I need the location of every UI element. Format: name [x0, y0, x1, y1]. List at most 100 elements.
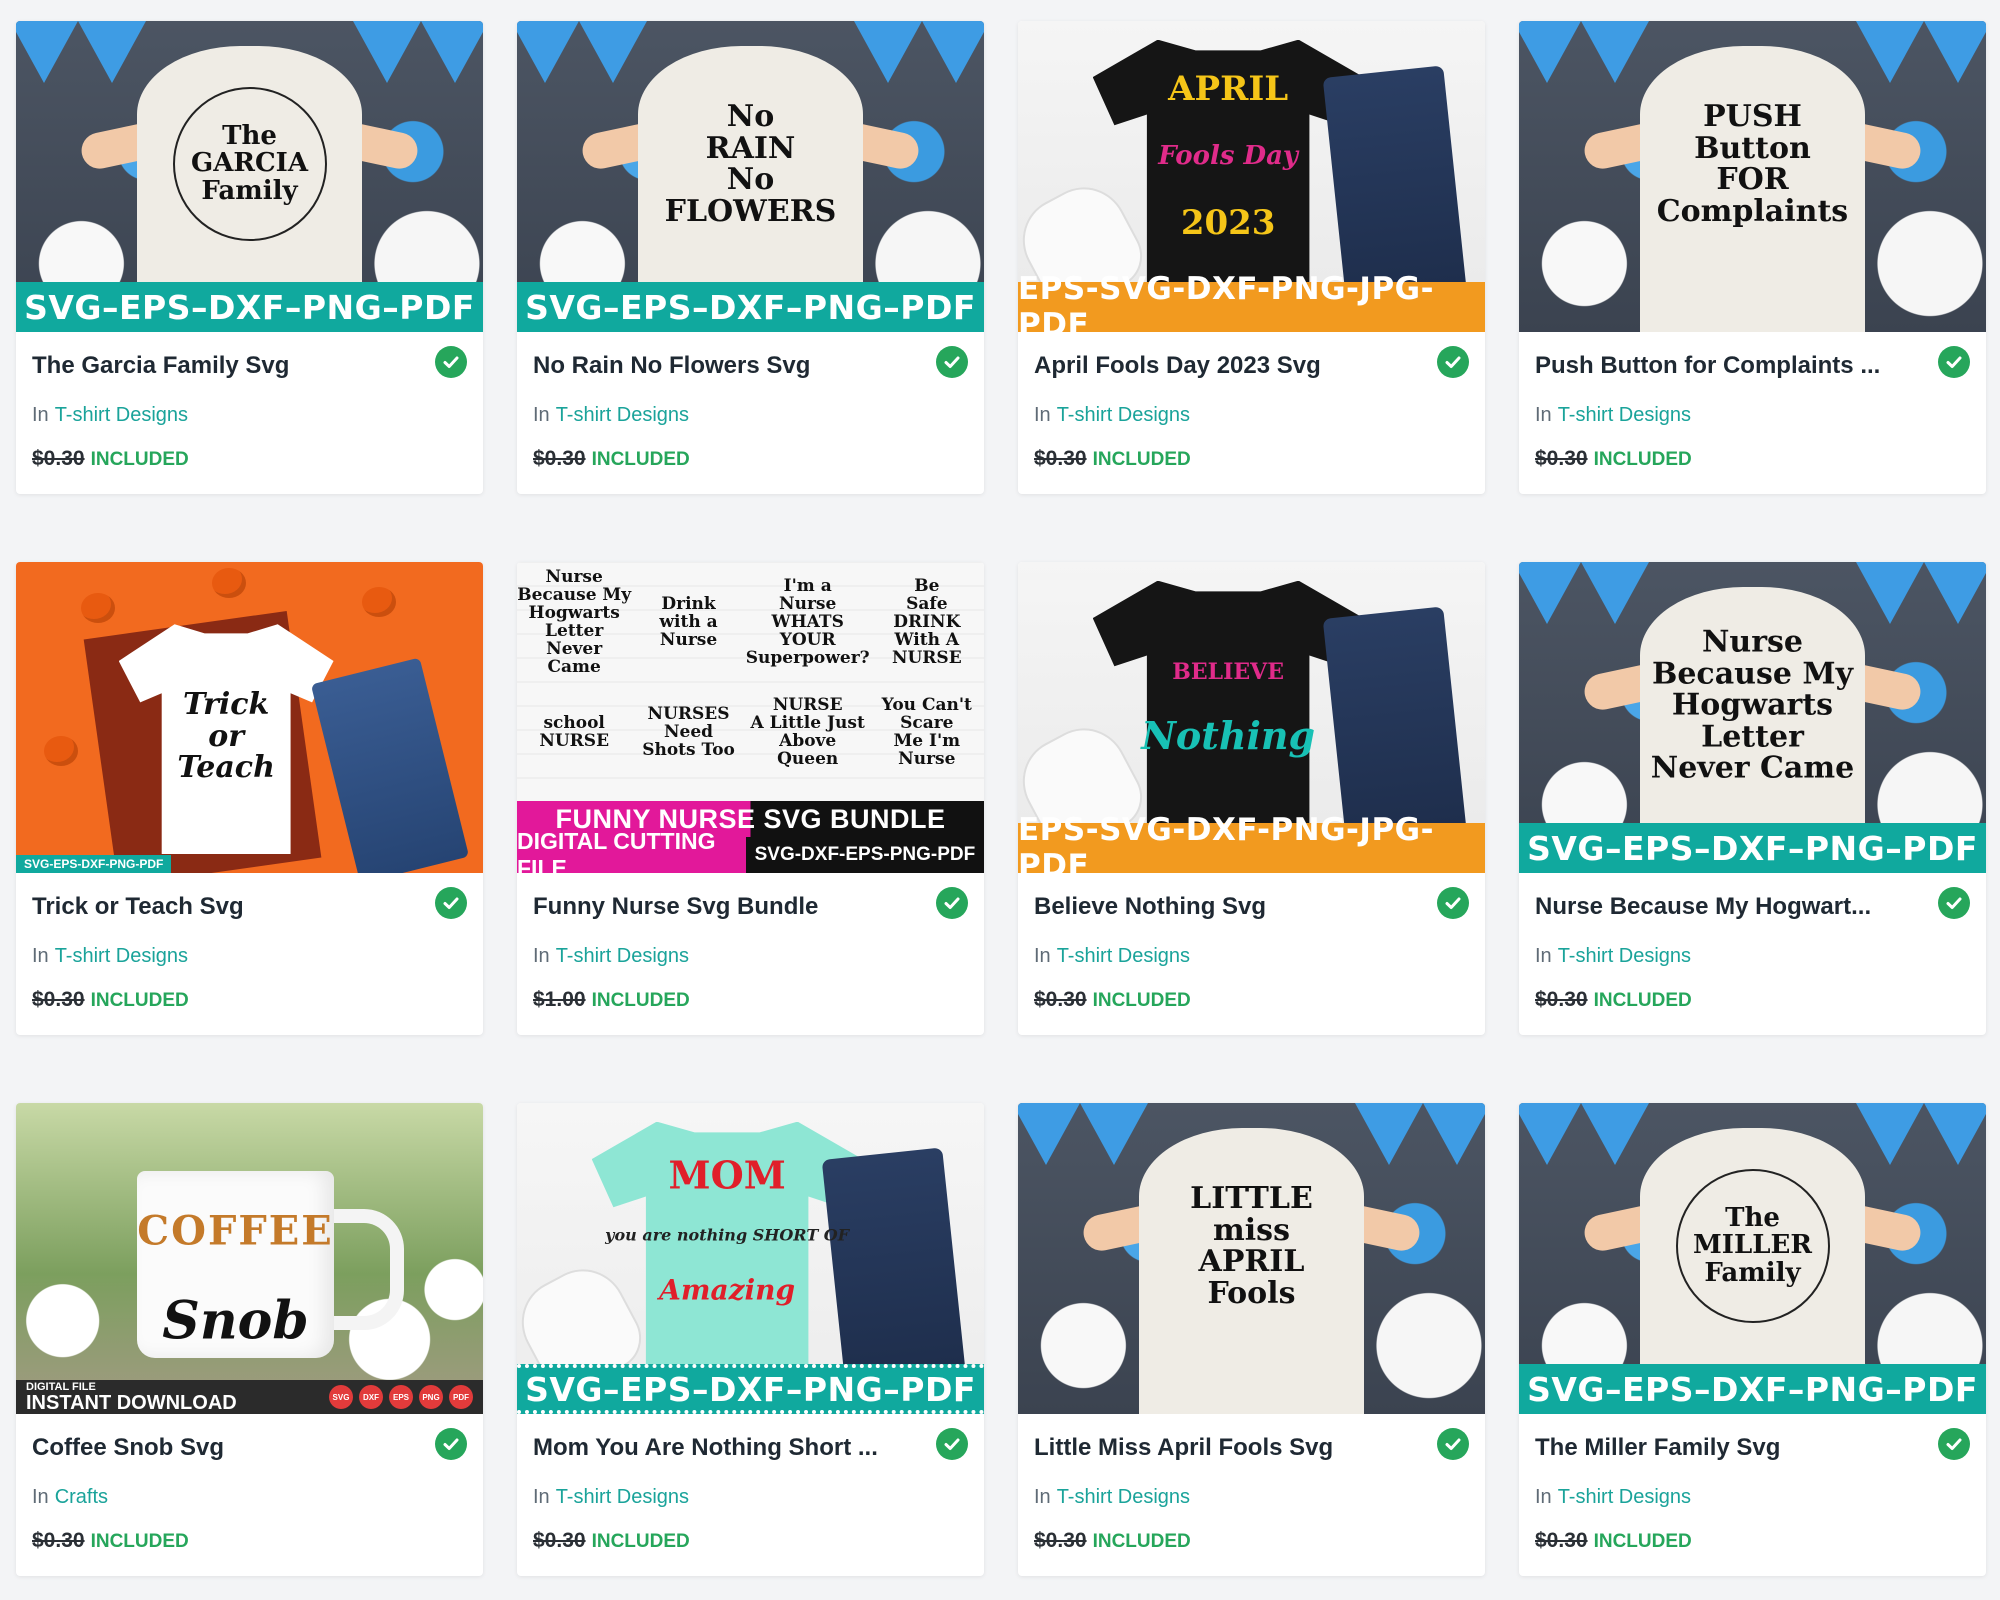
file-format-badge: DXF	[359, 1385, 383, 1409]
original-price: $0.30	[1535, 988, 1588, 1011]
product-info: The Garcia Family Svg In T-shirt Designs …	[16, 332, 483, 494]
product-title[interactable]: Funny Nurse Svg Bundle	[533, 889, 913, 925]
check-circle-icon	[1938, 1428, 1970, 1460]
category-link[interactable]: T-shirt Designs	[1057, 945, 1190, 967]
product-thumbnail[interactable]: Nurse Because My Hogwarts Letter Never C…	[517, 562, 984, 873]
original-price: $0.30	[1034, 447, 1087, 470]
product-title[interactable]: Believe Nothing Svg	[1034, 889, 1414, 925]
shirt-design-text: MOM you are nothing SHORT OF Amazing	[605, 1153, 850, 1307]
product-title[interactable]: The Garcia Family Svg	[32, 348, 412, 384]
product-card[interactable]: COFFEE Snob DIGITAL FILE INSTANT DOWNLOAD…	[16, 1103, 483, 1576]
product-info: Mom You Are Nothing Short ... In T-shirt …	[517, 1414, 984, 1576]
included-label: INCLUDED	[90, 990, 189, 1011]
product-thumbnail[interactable]: Nurse Because My Hogwarts Letter Never C…	[1519, 562, 1986, 873]
category-link[interactable]: T-shirt Designs	[556, 945, 689, 967]
product-title[interactable]: Mom You Are Nothing Short ...	[533, 1430, 913, 1466]
check-circle-icon	[936, 1428, 968, 1460]
product-card[interactable]: No RAIN No FLOWERS SVG–EPS–DXF–PNG–PDF No…	[517, 21, 984, 494]
product-card[interactable]: Nurse Because My Hogwarts Letter Never C…	[1519, 562, 1986, 1035]
product-card[interactable]: The GARCIA Family SVG–EPS–DXF–PNG–PDF The…	[16, 21, 483, 494]
shirt-design-text: LITTLE miss APRIL Fools	[1190, 1181, 1313, 1311]
bundle-design-text: You Can't Scare Me I'm Nurse	[881, 695, 972, 769]
file-formats-banner: SVG–EPS–DXF–PNG–PDF	[517, 282, 984, 332]
product-info: Believe Nothing Svg In T-shirt Designs $0…	[1018, 873, 1485, 1035]
included-label: INCLUDED	[591, 990, 690, 1011]
category-link[interactable]: T-shirt Designs	[55, 945, 188, 967]
included-label: INCLUDED	[591, 449, 690, 470]
category-link[interactable]: T-shirt Designs	[1057, 404, 1190, 426]
bundle-design-text: I'm a Nurse WHATS YOUR Superpower?	[745, 576, 870, 668]
category-link[interactable]: T-shirt Designs	[556, 404, 689, 426]
product-title[interactable]: No Rain No Flowers Svg	[533, 348, 913, 384]
check-circle-icon	[435, 1428, 467, 1460]
included-label: INCLUDED	[1593, 1531, 1692, 1552]
product-price: $0.30 INCLUDED	[533, 447, 968, 471]
product-card[interactable]: MOM you are nothing SHORT OF Amazing SVG–…	[517, 1103, 984, 1576]
product-thumbnail[interactable]: BELIEVE Nothing EPS-SVG-DXF-PNG-JPG-PDF	[1018, 562, 1485, 873]
file-format-badge: SVG	[329, 1385, 353, 1409]
product-thumbnail[interactable]: LITTLE miss APRIL Fools	[1018, 1103, 1485, 1414]
file-formats-tag: SVG-EPS-DXF-PNG-PDF	[16, 855, 172, 873]
product-card[interactable]: Nurse Because My Hogwarts Letter Never C…	[517, 562, 984, 1035]
included-label: INCLUDED	[1593, 449, 1692, 470]
check-circle-icon	[1938, 346, 1970, 378]
product-price: $0.30 INCLUDED	[32, 1529, 467, 1553]
product-info: April Fools Day 2023 Svg In T-shirt Desig…	[1018, 332, 1485, 494]
product-title[interactable]: Trick or Teach Svg	[32, 889, 412, 925]
check-circle-icon	[435, 887, 467, 919]
product-thumbnail[interactable]: MOM you are nothing SHORT OF Amazing SVG–…	[517, 1103, 984, 1414]
product-info: Nurse Because My Hogwart... In T-shirt De…	[1519, 873, 1986, 1035]
product-title[interactable]: April Fools Day 2023 Svg	[1034, 348, 1414, 384]
category-link[interactable]: T-shirt Designs	[556, 1486, 689, 1508]
shirt-design-text: The MILLER Family	[1675, 1169, 1830, 1324]
product-price: $1.00 INCLUDED	[533, 988, 968, 1012]
product-info: Trick or Teach Svg In T-shirt Designs $0.…	[16, 873, 483, 1035]
product-category: In T-shirt Designs	[533, 1486, 690, 1508]
category-link[interactable]: T-shirt Designs	[1558, 404, 1691, 426]
included-label: INCLUDED	[1092, 990, 1191, 1011]
product-card[interactable]: LITTLE miss APRIL Fools Little Miss Apri…	[1018, 1103, 1485, 1576]
shirt-design-text: The GARCIA Family	[172, 87, 327, 242]
product-thumbnail[interactable]: APRIL Fools Day 2023 EPS-SVG-DXF-PNG-JPG-…	[1018, 21, 1485, 332]
category-link[interactable]: T-shirt Designs	[1558, 1486, 1691, 1508]
included-label: INCLUDED	[1593, 990, 1692, 1011]
shirt-design-text: No RAIN No FLOWERS	[664, 99, 837, 229]
product-title[interactable]: The Miller Family Svg	[1535, 1430, 1915, 1466]
product-title[interactable]: Coffee Snob Svg	[32, 1430, 412, 1466]
product-title[interactable]: Push Button for Complaints ...	[1535, 348, 1915, 384]
file-format-badge: PDF	[449, 1385, 473, 1409]
category-link[interactable]: T-shirt Designs	[1057, 1486, 1190, 1508]
product-thumbnail[interactable]: The GARCIA Family SVG–EPS–DXF–PNG–PDF	[16, 21, 483, 332]
product-price: $0.30 INCLUDED	[32, 988, 467, 1012]
shirt-design-text: BELIEVE Nothing	[1141, 659, 1316, 758]
file-formats-banner: SVG–EPS–DXF–PNG–PDF	[16, 282, 483, 332]
product-card[interactable]: Trick or Teach SVG-EPS-DXF-PNG-PDF Trick …	[16, 562, 483, 1035]
original-price: $0.30	[1034, 988, 1087, 1011]
product-card[interactable]: BELIEVE Nothing EPS-SVG-DXF-PNG-JPG-PDF B…	[1018, 562, 1485, 1035]
original-price: $0.30	[533, 1529, 586, 1552]
product-card[interactable]: APRIL Fools Day 2023 EPS-SVG-DXF-PNG-JPG-…	[1018, 21, 1485, 494]
product-info: The Miller Family Svg In T-shirt Designs …	[1519, 1414, 1986, 1576]
product-thumbnail[interactable]: No RAIN No FLOWERS SVG–EPS–DXF–PNG–PDF	[517, 21, 984, 332]
category-link[interactable]: T-shirt Designs	[55, 404, 188, 426]
product-thumbnail[interactable]: Trick or Teach SVG-EPS-DXF-PNG-PDF	[16, 562, 483, 873]
product-category: In T-shirt Designs	[1535, 945, 1692, 967]
original-price: $0.30	[533, 447, 586, 470]
bundle-design-text: Drink with a Nurse	[659, 594, 718, 650]
bundle-design-text: NURSE A Little Just Above Queen	[750, 695, 865, 769]
product-info: No Rain No Flowers Svg In T-shirt Designs…	[517, 332, 984, 494]
category-link[interactable]: T-shirt Designs	[1558, 945, 1691, 967]
product-card[interactable]: The MILLER Family SVG–EPS–DXF–PNG–PDF The…	[1519, 1103, 1986, 1576]
file-format-badge: EPS	[389, 1385, 413, 1409]
original-price: $0.30	[1535, 447, 1588, 470]
product-thumbnail[interactable]: COFFEE Snob DIGITAL FILE INSTANT DOWNLOAD…	[16, 1103, 483, 1414]
product-category: In T-shirt Designs	[1535, 404, 1692, 426]
product-title[interactable]: Nurse Because My Hogwart...	[1535, 889, 1915, 925]
product-thumbnail[interactable]: PUSH Button FOR Complaints	[1519, 21, 1986, 332]
product-price: $0.30 INCLUDED	[1034, 988, 1469, 1012]
product-title[interactable]: Little Miss April Fools Svg	[1034, 1430, 1414, 1466]
product-card[interactable]: PUSH Button FOR Complaints Push Button f…	[1519, 21, 1986, 494]
category-link[interactable]: Crafts	[55, 1486, 108, 1508]
included-label: INCLUDED	[90, 1531, 189, 1552]
product-thumbnail[interactable]: The MILLER Family SVG–EPS–DXF–PNG–PDF	[1519, 1103, 1986, 1414]
